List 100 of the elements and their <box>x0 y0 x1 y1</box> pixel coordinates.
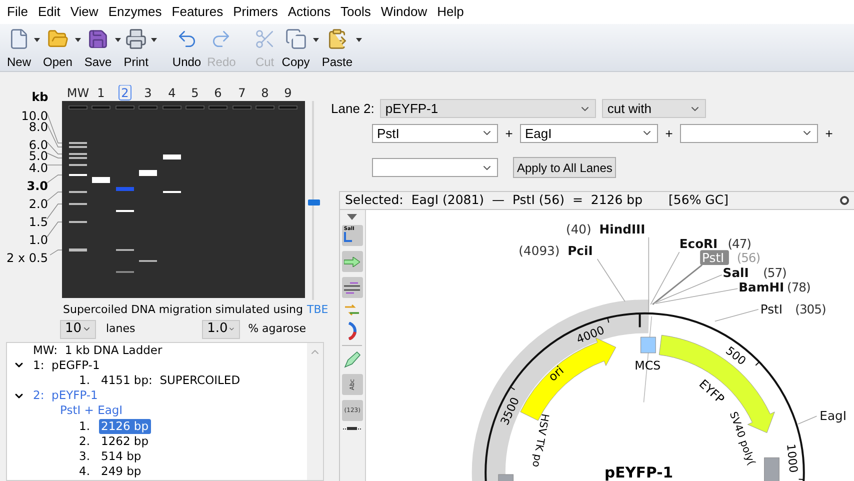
menu-item[interactable]: Edit <box>32 2 66 22</box>
lane-label[interactable]: 3 <box>144 86 152 100</box>
site-name[interactable]: PciI <box>567 244 593 258</box>
ruler-icon[interactable] <box>343 426 362 432</box>
lane-label[interactable]: 9 <box>284 86 292 100</box>
feature-label: MCS <box>634 358 660 373</box>
fragment-item[interactable]: 1262 bp <box>99 434 151 449</box>
slider-thumb[interactable] <box>308 200 320 206</box>
enzyme-select[interactable] <box>372 158 498 177</box>
lane-label: Lane 2: <box>331 100 374 118</box>
gel-well <box>208 106 228 110</box>
lane-label[interactable]: 5 <box>191 86 199 100</box>
tick-label: 3500 <box>497 394 522 428</box>
site-position: (56) <box>736 250 760 265</box>
site-position: (305) <box>794 302 826 316</box>
caret-icon[interactable] <box>34 38 40 42</box>
enzyme-select[interactable]: EagI <box>520 124 658 143</box>
feature-arrow-tool[interactable] <box>342 251 363 272</box>
primer-tool[interactable] <box>342 277 363 298</box>
fragment-item[interactable]: 249 bp <box>99 464 144 480</box>
size-marker-label: 5.0 <box>28 149 48 163</box>
gel-well <box>68 106 88 110</box>
plus-sign: + <box>664 124 674 142</box>
lane-label[interactable]: 2 <box>121 86 129 100</box>
toolbar-button[interactable]: Undo <box>169 28 204 71</box>
kb-label: kb <box>32 90 48 104</box>
fragment-item[interactable]: 4151 bp: SUPERCOILED <box>99 372 242 388</box>
enzyme-select[interactable]: PstI <box>372 124 498 143</box>
caret-icon[interactable] <box>356 38 362 42</box>
gel-well <box>278 106 298 110</box>
leader-line <box>46 174 62 184</box>
site-position: (40) <box>566 222 592 236</box>
menu-item[interactable]: Enzymes <box>103 2 167 22</box>
site-name[interactable]: PstI <box>760 302 782 316</box>
toolbar-button[interactable]: Save <box>81 28 115 71</box>
caret-icon[interactable] <box>114 38 121 42</box>
menu-item[interactable]: Help <box>432 2 469 22</box>
lane-label[interactable]: 1 <box>97 86 105 100</box>
menu-item[interactable]: Tools <box>336 2 376 22</box>
menu-item[interactable]: Window <box>376 2 432 22</box>
lane-item[interactable]: MW: 1 kb DNA Ladder <box>33 342 162 358</box>
feature-block[interactable] <box>640 336 656 354</box>
fragment-number: 2. <box>79 434 91 449</box>
menu-item[interactable]: Actions <box>282 2 336 22</box>
site-name[interactable]: SalI <box>722 266 749 280</box>
menu-item[interactable]: View <box>65 2 104 22</box>
toolbar-button[interactable]: Open <box>40 28 76 71</box>
lane-label[interactable]: MW <box>66 86 90 100</box>
site-name[interactable]: EcoRI <box>679 237 718 252</box>
swap-arrows-icon[interactable] <box>344 303 360 317</box>
agarose-select[interactable]: 1.0 <box>202 320 240 338</box>
lane-item[interactable]: 2: pEYFP-1 <box>33 388 98 404</box>
toolbar-button[interactable]: Paste <box>318 28 356 71</box>
site-name[interactable]: HindIII <box>598 222 645 236</box>
menu-item[interactable]: Features <box>166 2 228 22</box>
tick-label: 4000 <box>574 322 606 346</box>
toolbar-button[interactable]: Print <box>120 28 152 71</box>
gel-band <box>139 170 157 176</box>
gel-well <box>256 106 274 110</box>
lane-label[interactable]: 8 <box>261 86 269 100</box>
leader-line <box>596 258 626 302</box>
lane-label[interactable]: 4 <box>168 86 176 100</box>
lane-label[interactable]: 6 <box>214 86 222 100</box>
tick-mark <box>606 317 609 324</box>
caret-icon[interactable] <box>312 38 319 42</box>
caret-icon[interactable] <box>151 38 158 42</box>
scissors-icon <box>254 28 276 50</box>
gel-well <box>186 106 204 110</box>
plus-sign: + <box>824 124 834 142</box>
caret-icon[interactable] <box>75 38 82 42</box>
fragment-item[interactable]: 2126 bp <box>99 418 151 434</box>
fragment-item[interactable]: 514 bp <box>99 448 144 464</box>
slider-track[interactable] <box>308 101 320 300</box>
lanes-select[interactable]: 10 <box>60 320 96 338</box>
curve-icon[interactable] <box>346 322 358 340</box>
mode-select[interactable]: cut with <box>602 99 706 118</box>
feature-block[interactable] <box>764 457 780 481</box>
sequence-select[interactable]: pEYFP-1 <box>380 99 596 118</box>
printer-icon <box>125 28 148 50</box>
pen-icon[interactable] <box>343 351 362 369</box>
lane-label[interactable]: 7 <box>238 86 246 100</box>
enzyme-select[interactable] <box>680 124 818 143</box>
tick-label: 500 <box>722 343 749 368</box>
gel-caption: Supercoiled DNA migration simulated using <box>63 302 303 318</box>
selection-info: Selected: EagI (2081) — PstI (56) = 2126 bp <box>345 191 643 210</box>
close-icon[interactable] <box>840 196 849 205</box>
site-name[interactable]: BamHI <box>738 280 784 295</box>
gel-well <box>138 106 158 110</box>
apply-button[interactable]: Apply to All Lanes <box>513 157 616 178</box>
menu-item[interactable]: Primers <box>228 2 283 22</box>
feature-label: HSV TK po <box>529 412 551 468</box>
toolbar-button[interactable]: New <box>4 28 34 71</box>
buffer-link[interactable]: TBE <box>306 302 328 318</box>
gc-content: [56% GC] <box>668 191 728 210</box>
site-name[interactable]: EagI <box>819 409 846 424</box>
toolbar-button[interactable]: Copy <box>278 28 313 71</box>
menu-item[interactable]: File <box>2 2 33 22</box>
fragment-number: 1. <box>79 418 91 434</box>
lane-item[interactable]: 1: pEGFP-1 <box>33 358 100 373</box>
scrollbar[interactable] <box>307 342 323 480</box>
